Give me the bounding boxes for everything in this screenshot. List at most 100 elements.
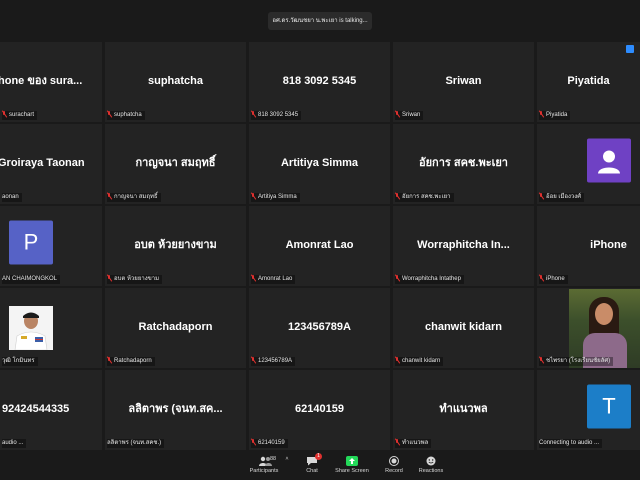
mic-muted-icon [107, 111, 112, 117]
participant-name: chanwit kidarn [424, 320, 503, 333]
participants-icon [258, 456, 272, 466]
participant-label: Amonrat Lao [251, 275, 296, 284]
participant-tile[interactable]: Ratchadaporn Ratchadaporn [105, 288, 246, 368]
participant-label: Ratchadaporn [107, 357, 155, 366]
participant-tile[interactable]: iPhone iPhone [537, 206, 640, 286]
participant-name: Worraphitcha In... [417, 238, 510, 251]
participant-label: Sriwan [395, 111, 424, 120]
participant-label: Piyatida [539, 111, 571, 120]
participant-label: 62140159 [251, 439, 288, 448]
participant-tile[interactable]: 62140159 62140159 [249, 370, 390, 450]
participant-tile[interactable]: chanwit kidarn chanwit kidarn [393, 288, 534, 368]
participant-tile[interactable]: ชไพรยา (โรงเรียนชัยลัศ) [537, 288, 640, 368]
record-button[interactable]: Record [380, 456, 408, 474]
participant-name: 62140159 [295, 402, 344, 415]
participant-label: ลลิตาพร (จนท.สคช.) [107, 439, 165, 448]
participant-label: AN CHAIMONGKOL [2, 275, 61, 284]
participant-label: 818 3092 5345 [251, 111, 302, 120]
participant-tile[interactable]: Piyatida Piyatida [537, 42, 640, 122]
participant-label: iPhone [539, 275, 568, 284]
user-avatar-icon [587, 138, 631, 183]
mic-muted-icon [539, 275, 544, 281]
participant-label: Connecting to audio ... [539, 439, 603, 448]
participant-tile[interactable]: P AN CHAIMONGKOL [0, 206, 102, 286]
participant-label: Worraphitcha Intathep [395, 275, 464, 284]
mic-muted-icon [251, 357, 256, 363]
participant-tile[interactable]: 92424544335 audio ... [0, 370, 102, 450]
reactions-label: Reactions [418, 468, 444, 474]
participant-name: suphatcha [147, 74, 203, 87]
participants-button[interactable]: 88 Participants [246, 456, 282, 474]
chat-button[interactable]: 1 Chat [298, 453, 326, 474]
participant-name: Ratchadaporn [138, 320, 213, 333]
letter-avatar: P [9, 220, 53, 265]
participant-tile[interactable]: อัยการ สคช.พะเยา อัยการ สคช.พะเยา [393, 124, 534, 204]
participant-tile[interactable]: Amonrat Lao Amonrat Lao [249, 206, 390, 286]
participant-name: Piyatida [567, 74, 610, 87]
participant-count: 88 [270, 456, 277, 462]
caret-up-icon: ˄ [285, 456, 289, 462]
participant-label: อบต ห้วยยางขาม [107, 275, 163, 284]
participant-name: 818 3092 5345 [282, 74, 357, 87]
participant-tile[interactable]: กาญจนา สมฤทธิ์ กาญจนา สมฤทธิ์ [105, 124, 246, 204]
mic-muted-icon [395, 111, 400, 117]
participant-name: Artitiya Simma [280, 156, 359, 169]
mic-muted-icon [2, 111, 7, 117]
participant-name: 92424544335 [2, 402, 70, 415]
participant-label: chanwit kidarn [395, 357, 444, 366]
participant-tile[interactable]: วุฒิ โกมินทร [0, 288, 102, 368]
participant-label: อ้อย เมืองวงศ์ [539, 193, 585, 202]
reactions-icon [425, 456, 437, 466]
participant-label: aonan [2, 193, 22, 202]
participant-tile[interactable]: 818 3092 5345 818 3092 5345 [249, 42, 390, 122]
participant-name: iPhone [590, 238, 627, 251]
chat-unread-badge: 1 [315, 453, 322, 460]
participant-tile[interactable]: 123456789A 123456789A [249, 288, 390, 368]
participant-label: อัยการ สคช.พะเยา [395, 193, 454, 202]
record-label: Record [385, 468, 403, 474]
participant-name: อัยการ สคช.พะเยา [419, 157, 508, 170]
participant-label: กาญจนา สมฤทธิ์ [107, 193, 161, 202]
participant-tile[interactable]: อบต ห้วยยางขาม อบต ห้วยยางขาม [105, 206, 246, 286]
mic-muted-icon [107, 357, 112, 363]
participant-tile[interactable]: อ้อย เมืองวงศ์ [537, 124, 640, 204]
participant-tile[interactable]: Worraphitcha In... Worraphitcha Intathep [393, 206, 534, 286]
mic-muted-icon [395, 439, 400, 445]
mic-muted-icon [539, 111, 544, 117]
participant-tile[interactable]: hone ของ sura... surachart [0, 42, 102, 122]
video-face [595, 303, 613, 325]
mic-muted-icon [251, 193, 256, 199]
mic-muted-icon [251, 111, 256, 117]
participant-name: 123456789A [287, 320, 351, 333]
participant-tile[interactable]: suphatcha suphatcha [105, 42, 246, 122]
reactions-button[interactable]: Reactions [416, 456, 446, 474]
participant-tile[interactable]: T Connecting to audio ... [537, 370, 640, 450]
person-silhouette-icon [598, 150, 620, 174]
options-icon[interactable] [626, 45, 634, 53]
record-icon [388, 456, 400, 466]
meeting-toolbar: 88 Participants ˄ 1 Chat Share Screen Re… [0, 452, 640, 480]
participant-label: Artitiya Simma [251, 193, 300, 202]
participants-options-caret[interactable]: ˄ [283, 456, 291, 462]
participant-label: surachart [2, 111, 38, 120]
participant-tile[interactable]: Groiraya Taonan aonan [0, 124, 102, 204]
share-screen-label: Share Screen [335, 468, 369, 474]
chat-icon: 1 [306, 453, 322, 466]
chat-label: Chat [306, 468, 318, 474]
participant-tile[interactable]: ทำแนวพล ทำแนวพล [393, 370, 534, 450]
participant-tile[interactable]: Artitiya Simma Artitiya Simma [249, 124, 390, 204]
participant-tile[interactable]: ลลิตาพร (จนท.สค... ลลิตาพร (จนท.สคช.) [105, 370, 246, 450]
participant-tile[interactable]: Sriwan Sriwan [393, 42, 534, 122]
participant-label: วุฒิ โกมินทร [2, 357, 38, 366]
participant-name: hone ของ sura... [0, 75, 83, 88]
participant-label: ชไพรยา (โรงเรียนชัยลัศ) [539, 357, 614, 366]
participant-photo [9, 306, 53, 350]
participant-label: ทำแนวพล [395, 439, 432, 448]
mic-muted-icon [251, 275, 256, 281]
participant-label: suphatcha [107, 111, 145, 120]
share-screen-button[interactable]: Share Screen [333, 456, 371, 474]
mic-muted-icon [251, 439, 256, 445]
participants-label: Participants [249, 468, 279, 474]
share-screen-icon [346, 456, 358, 466]
mic-muted-icon [395, 193, 400, 199]
